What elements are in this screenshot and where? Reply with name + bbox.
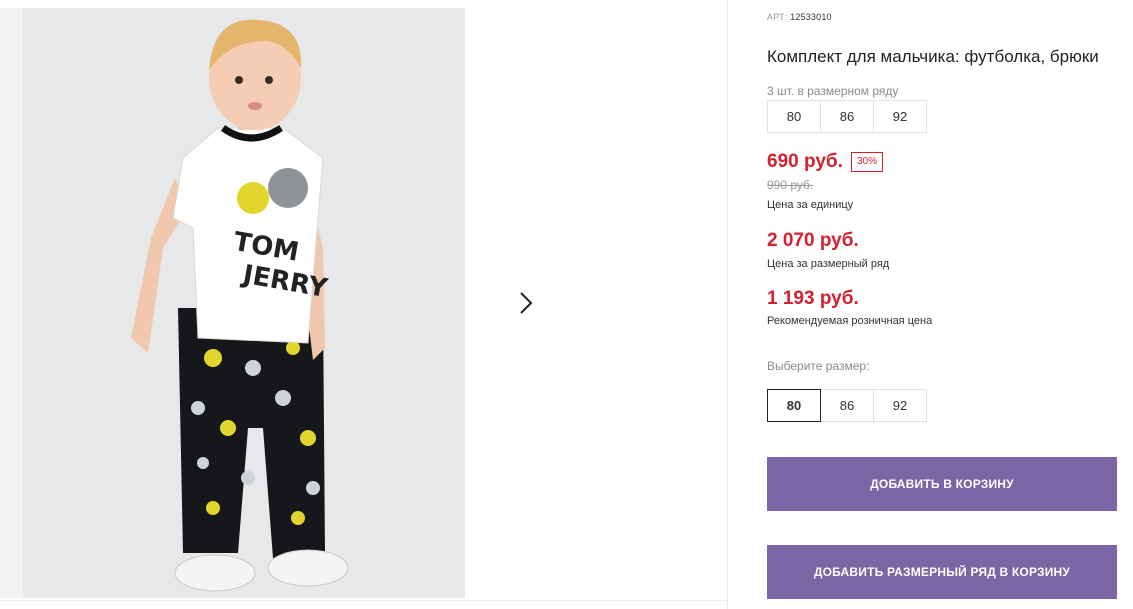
article: АРТ: 12533010 — [767, 12, 832, 22]
choose-size-label: Выберите размер: — [767, 359, 870, 373]
series-sizes: 80 86 92 — [767, 100, 927, 133]
old-price: 990 руб. — [767, 178, 814, 192]
retail-price-caption: Рекомендуемая розничная цена — [767, 315, 933, 327]
series-count-label: 3 шт. в размерном ряду — [767, 84, 899, 98]
retail-price: 1 193 руб. — [767, 288, 859, 309]
series-price: 2 070 руб. — [767, 230, 859, 251]
next-image-button[interactable] — [499, 276, 553, 330]
series-price-caption: Цена за размерный ряд — [767, 258, 890, 270]
article-number: 12533010 — [790, 12, 832, 22]
size-option-80[interactable]: 80 — [767, 389, 821, 422]
product-photo: TOM JERRY — [23, 8, 465, 598]
article-label: АРТ: — [767, 12, 788, 22]
product-gallery: TOM JERRY — [0, 0, 727, 609]
series-size-92: 92 — [873, 100, 927, 133]
product-title: Комплект для мальчика: футболка, брюки — [767, 47, 1099, 66]
chevron-right-icon — [520, 292, 533, 314]
column-divider — [727, 0, 728, 609]
size-option-92[interactable]: 92 — [873, 389, 927, 422]
size-selector: 80 86 92 — [767, 389, 927, 422]
previous-image-strip[interactable] — [0, 8, 23, 598]
discount-badge: 30% — [851, 152, 884, 172]
series-size-86: 86 — [820, 100, 874, 133]
add-to-cart-button[interactable]: ДОБАВИТЬ В КОРЗИНУ — [767, 457, 1117, 511]
series-size-80: 80 — [767, 100, 821, 133]
gallery-bottom-divider — [0, 600, 727, 601]
unit-price-caption: Цена за единицу — [767, 199, 854, 211]
size-option-86[interactable]: 86 — [820, 389, 874, 422]
product-info-panel: АРТ: 12533010 Комплект для мальчика: фут… — [767, 0, 1133, 609]
add-series-to-cart-button[interactable]: ДОБАВИТЬ РАЗМЕРНЫЙ РЯД В КОРЗИНУ — [767, 545, 1117, 599]
unit-price: 690 руб. — [767, 151, 843, 172]
